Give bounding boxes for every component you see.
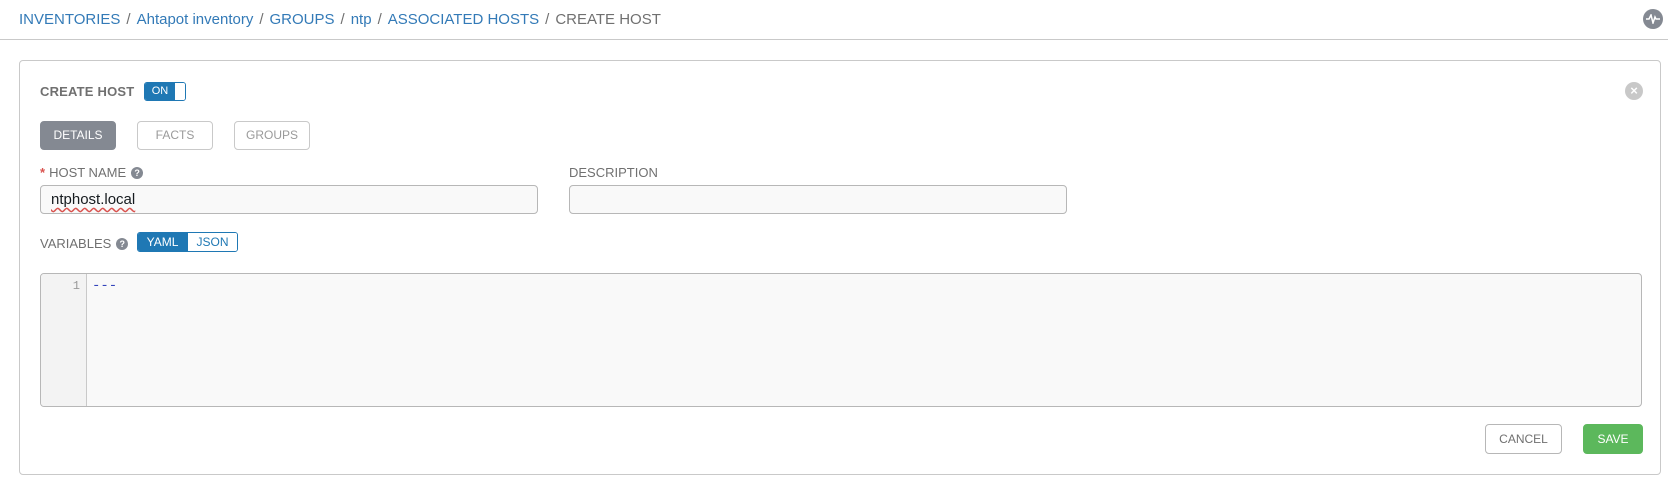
breadcrumb-groups[interactable]: GROUPS xyxy=(270,11,335,28)
breadcrumb-group[interactable]: ntp xyxy=(351,11,372,28)
tab-facts[interactable]: FACTS xyxy=(137,121,213,150)
host-name-value: ntphost.local xyxy=(51,191,136,208)
pulse-icon xyxy=(1646,14,1660,24)
tab-groups[interactable]: GROUPS xyxy=(234,121,310,150)
line-number: 1 xyxy=(72,279,80,293)
format-yaml-button[interactable]: YAML xyxy=(138,233,187,251)
close-icon[interactable]: × xyxy=(1625,82,1643,100)
create-host-panel: CREATE HOST ON × DETAILS FACTS GROUPS * … xyxy=(19,60,1661,475)
breadcrumb-separator: / xyxy=(545,11,550,28)
variables-label: VARIABLES ? xyxy=(40,236,129,251)
breadcrumb-inventory[interactable]: Ahtapot inventory xyxy=(137,11,254,28)
breadcrumb-separator: / xyxy=(126,11,131,28)
activity-stream-icon[interactable] xyxy=(1643,9,1663,29)
breadcrumb-separator: / xyxy=(340,11,345,28)
save-button[interactable]: SAVE xyxy=(1583,424,1643,454)
tab-details[interactable]: DETAILS xyxy=(40,121,116,150)
breadcrumb-inventories[interactable]: INVENTORIES xyxy=(19,11,120,28)
breadcrumb-associated-hosts[interactable]: ASSOCIATED HOSTS xyxy=(388,11,539,28)
required-marker: * xyxy=(40,165,46,180)
breadcrumb: INVENTORIES / Ahtapot inventory / GROUPS / ntp… xyxy=(19,11,661,29)
description-input[interactable] xyxy=(569,185,1067,214)
host-name-label-text: HOST NAME xyxy=(49,165,127,180)
breadcrumb-current: CREATE HOST xyxy=(555,11,661,28)
host-name-input[interactable]: ntphost.local xyxy=(40,185,538,214)
question-circle-icon[interactable]: ? xyxy=(116,237,129,250)
breadcrumb-separator: / xyxy=(259,11,264,28)
toggle-knob xyxy=(175,83,185,100)
variables-label-text: VARIABLES xyxy=(40,236,112,251)
question-circle-icon[interactable]: ? xyxy=(131,166,144,179)
editor-content[interactable]: --- xyxy=(92,278,117,294)
format-json-button[interactable]: JSON xyxy=(187,233,237,251)
description-label: DESCRIPTION xyxy=(569,165,658,180)
panel-title: CREATE HOST xyxy=(40,84,135,99)
breadcrumb-separator: / xyxy=(377,11,382,28)
enabled-toggle[interactable]: ON xyxy=(144,82,186,101)
description-label-text: DESCRIPTION xyxy=(569,165,658,180)
format-toggle: YAML JSON xyxy=(137,232,238,252)
toggle-on-label: ON xyxy=(145,83,175,100)
editor-gutter: 1 xyxy=(41,274,87,406)
top-bar: INVENTORIES / Ahtapot inventory / GROUPS / ntp… xyxy=(0,0,1668,40)
host-name-label: * HOST NAME ? xyxy=(40,165,144,180)
cancel-button[interactable]: CANCEL xyxy=(1485,424,1562,454)
variables-editor[interactable]: 1 --- xyxy=(40,273,1642,407)
